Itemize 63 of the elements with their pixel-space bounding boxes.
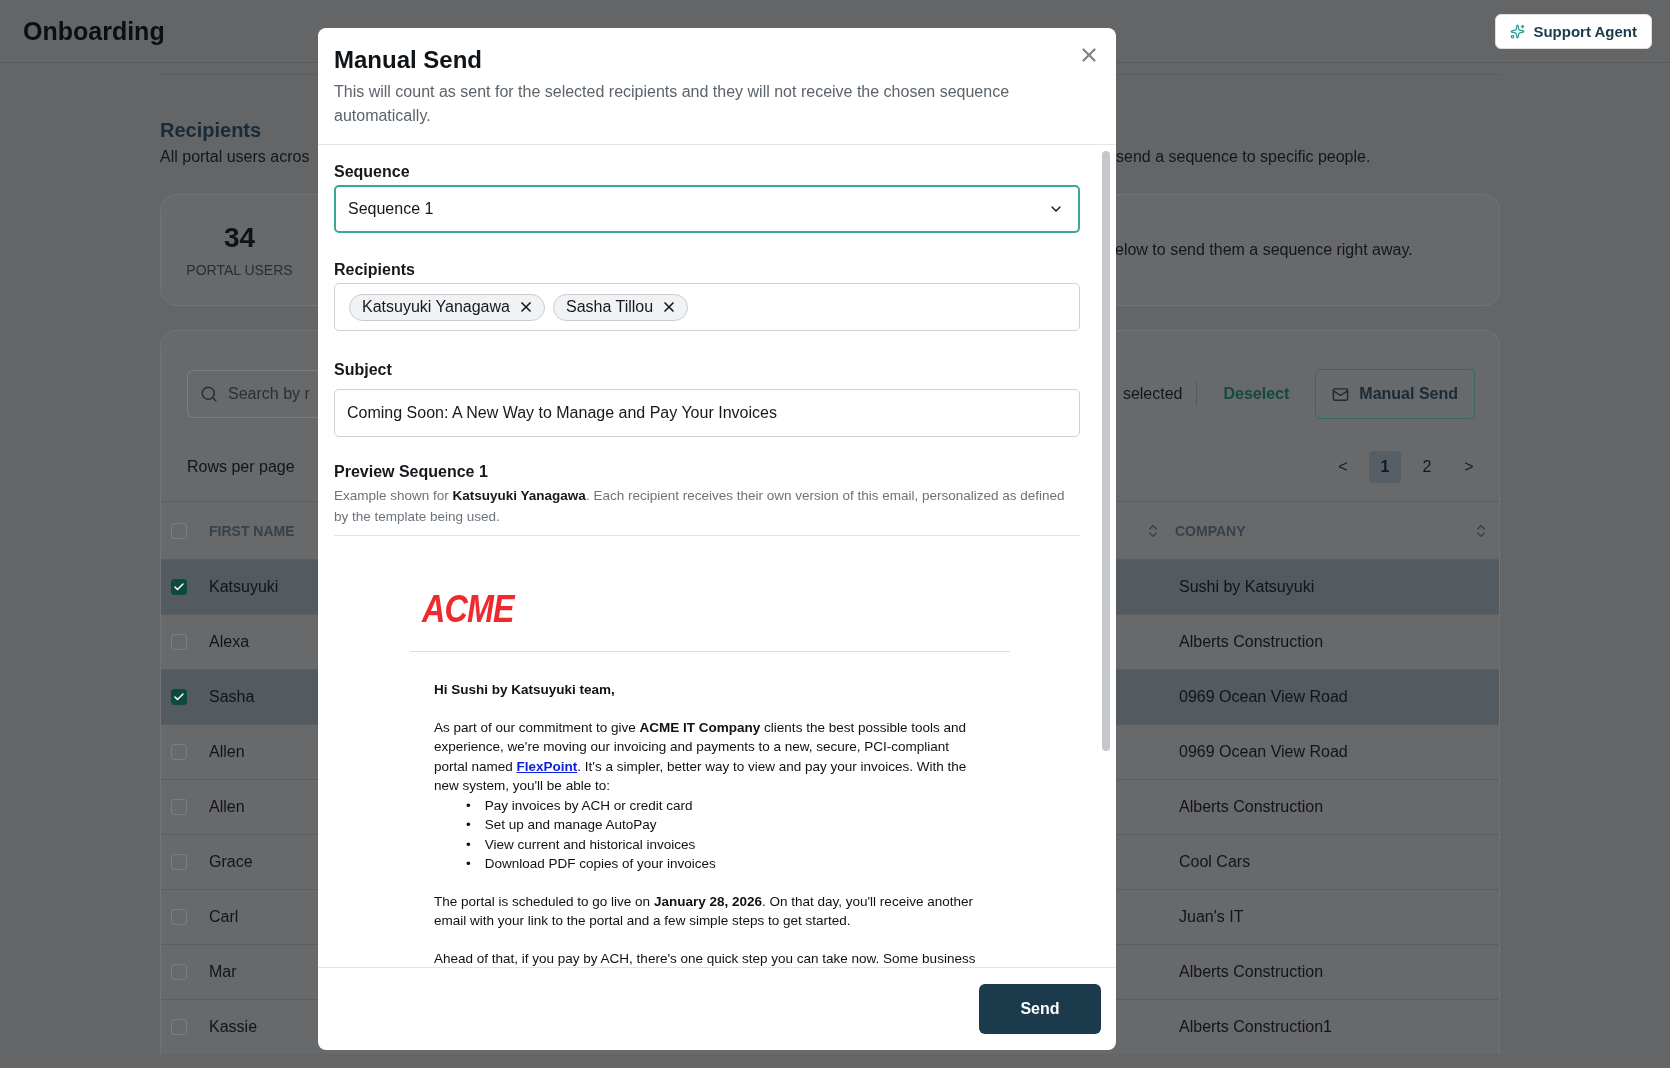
table-cell-text: Alberts Construction1 bbox=[1178, 1018, 1333, 1036]
selected-count: selected bbox=[1122, 385, 1183, 403]
subject-field[interactable]: Coming Soon: A New Way to Manage and Pay Your Invoices bbox=[334, 389, 1080, 437]
field-label: Sequence bbox=[334, 163, 411, 181]
table-cell: Mar bbox=[209, 963, 237, 981]
table-cell: Kassie bbox=[209, 1018, 258, 1036]
email-list-item: Set up and manage AutoPay bbox=[484, 816, 657, 834]
check-icon bbox=[173, 581, 185, 593]
table-cell-text: Alberts Construction bbox=[1178, 963, 1325, 981]
table-cell-text: 0969 Ocean View Road bbox=[1178, 743, 1349, 761]
stats-note: elow to send them a sequence right away. bbox=[1115, 241, 1414, 259]
email-paragraph: As part of our commitment to give ACME IT Company clients the best possible tools and experience, we're moving our invoicing and payments to a new, secure, PCI-compliant portal named FlexPoint. It's a simpler, better way to view and pay your invoices. With the new system, you'll be able to: bbox=[434, 718, 968, 795]
section-description: All portal users acros bbox=[160, 148, 311, 166]
table-cell: Grace bbox=[209, 853, 253, 871]
recipients-field[interactable]: Katsuyuki Yanagawa Sasha Tillou bbox=[334, 283, 1080, 331]
email-paragraph: The portal is scheduled to go live on January 28, 2026. On that day, you'll receive another email with your link to the portal and a few simple steps to get started. bbox=[434, 892, 974, 930]
table-cell: Allen bbox=[209, 798, 245, 816]
table-cell-text: Alberts Construction bbox=[1178, 798, 1325, 816]
table-cell: Sasha bbox=[209, 688, 255, 706]
recipient-chip: Katsuyuki Yanagawa bbox=[349, 293, 545, 321]
stat-label: PORTAL USERS bbox=[186, 262, 293, 278]
page-title: Onboarding bbox=[23, 16, 165, 46]
email-list-item: Download PDF copies of your invoices bbox=[484, 855, 716, 873]
search-icon bbox=[200, 385, 218, 403]
search-field[interactable]: Search by r bbox=[187, 370, 319, 418]
field-label: Recipients bbox=[334, 261, 416, 279]
table-cell: Alexa bbox=[209, 633, 250, 651]
table-cell-text: 0969 Ocean View Road bbox=[1178, 688, 1349, 706]
check-icon bbox=[173, 691, 185, 703]
section-title: Recipients bbox=[160, 119, 262, 142]
send-button[interactable]: Send bbox=[979, 984, 1101, 1034]
email-list-item: Pay invoices by ACH or credit card bbox=[484, 796, 693, 815]
dialog-title: Manual Send bbox=[334, 46, 483, 74]
row-checkbox[interactable] bbox=[171, 579, 187, 595]
scrollbar[interactable] bbox=[1102, 151, 1110, 751]
preview-title: Preview Sequence 1 bbox=[334, 463, 489, 481]
sequence-select[interactable]: Sequence 1 bbox=[334, 185, 1080, 233]
table-cell-text: Juan's IT bbox=[1178, 908, 1245, 926]
bullet-mark: • bbox=[466, 835, 471, 854]
table-cell-text: Cool Cars bbox=[1178, 853, 1252, 871]
table-cell-text: Sushi by Katsuyuki bbox=[1178, 578, 1316, 596]
table-cell: Carl bbox=[209, 908, 239, 926]
row-checkbox[interactable] bbox=[171, 689, 187, 705]
table-cell: Allen bbox=[209, 743, 245, 761]
email-greeting: Hi Sushi by Katsuyuki team, bbox=[434, 681, 616, 699]
table-cell-text: Alberts Construction bbox=[1178, 633, 1325, 651]
bullet-mark: • bbox=[466, 855, 471, 873]
section-description: send a sequence to specific people. bbox=[1116, 148, 1372, 166]
preview-description: Example shown for Katsuyuki Yanagawa. Each recipient receives their own version of this email, personalized as defined by the template being used. bbox=[334, 485, 1080, 536]
table-cell: Katsuyuki bbox=[209, 578, 279, 596]
email-list-item: View current and historical invoices bbox=[484, 835, 696, 854]
mail-icon bbox=[1332, 385, 1350, 403]
rows-per-page-label: Rows per page bbox=[186, 458, 296, 476]
bullet-mark: • bbox=[466, 796, 471, 815]
recipient-chip: Sasha Tillou bbox=[552, 293, 689, 321]
email-paragraph: Ahead of that, if you pay by ACH, there's one quick step you can take now. Some business bbox=[434, 949, 977, 967]
field-label: Subject bbox=[334, 361, 393, 379]
dialog-description: This will count as sent for the selected recipients and they will not receive the chosen sequence automatically. bbox=[334, 82, 1011, 126]
support-agent-button[interactable]: Support Agent bbox=[1495, 13, 1652, 49]
sparkle-icon bbox=[1510, 23, 1526, 39]
bullet-mark: • bbox=[466, 816, 471, 834]
stat-count: 34 bbox=[223, 222, 256, 254]
company-logo: ACME bbox=[422, 588, 514, 631]
